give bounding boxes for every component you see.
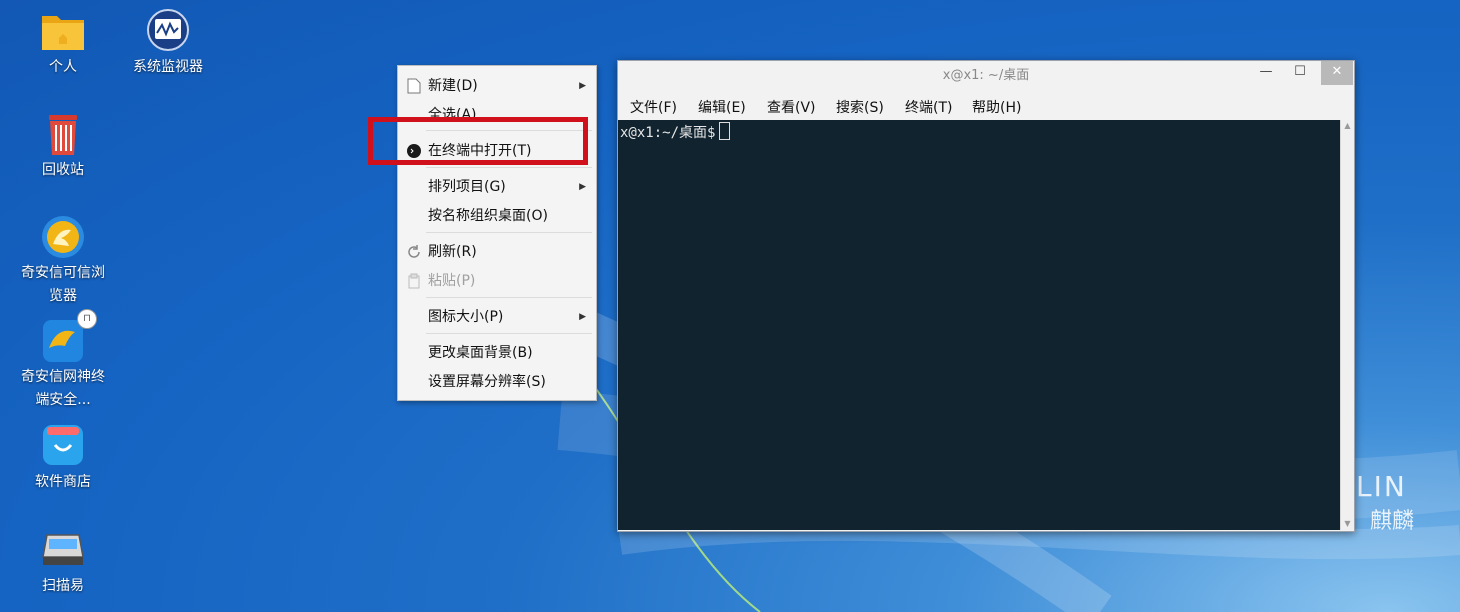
desktop-icon-label: 回收站 xyxy=(42,162,84,178)
window-title: x@x1: ~/桌面 xyxy=(942,68,1030,83)
menu-separator xyxy=(426,167,592,168)
menu-item-label: 图标大小(P) xyxy=(428,309,504,325)
browser-icon xyxy=(42,216,84,258)
menu-terminal[interactable]: 终端(T) xyxy=(905,97,952,117)
scanner-icon xyxy=(42,534,84,565)
terminal-screen[interactable]: x@x1:~/桌面$ xyxy=(618,120,1340,530)
desktop-icon-system-monitor[interactable]: 系统监视器 xyxy=(120,8,216,79)
highlight-annotation-box xyxy=(368,117,588,165)
minimize-button[interactable]: — xyxy=(1250,61,1282,85)
desktop-icon-label: 软件商店 xyxy=(35,474,91,490)
close-button[interactable]: ✕ xyxy=(1321,61,1353,85)
submenu-arrow-icon: ▶ xyxy=(579,312,586,322)
scroll-down-icon[interactable]: ▼ xyxy=(1341,518,1354,530)
menu-item-label: 排列项目(G) xyxy=(428,179,506,195)
trash-icon xyxy=(49,115,77,155)
brand-sub: 麒麟 xyxy=(1370,509,1415,534)
maximize-button[interactable]: ☐ xyxy=(1284,61,1316,85)
submenu-arrow-icon: ▶ xyxy=(579,182,586,192)
paste-icon xyxy=(408,273,420,289)
terminal-window[interactable]: x@x1: ~/桌面 — ☐ ✕ 文件(F) 编辑(E) 查看(V) 搜索(S)… xyxy=(617,60,1355,532)
file-icon xyxy=(407,78,421,94)
desktop-icon-browser[interactable]: 奇安信可信浏览器 xyxy=(15,214,111,308)
folder-icon xyxy=(42,16,84,50)
desktop-icon-label: 系统监视器 xyxy=(133,59,203,75)
submenu-arrow-icon: ▶ xyxy=(579,81,586,91)
desktop-icon-label: 个人 xyxy=(49,59,77,75)
menu-item-change-background[interactable]: 更改桌面背景(B) xyxy=(398,340,596,366)
menu-item-paste[interactable]: 粘贴(P) xyxy=(398,268,596,294)
prompt-text: x@x1:~/桌面$ xyxy=(620,125,716,141)
desktop-icon-home[interactable]: 个人 xyxy=(15,8,111,79)
system-monitor-icon xyxy=(147,9,189,51)
menu-search[interactable]: 搜索(S) xyxy=(836,97,884,117)
terminal-menubar: 文件(F) 编辑(E) 查看(V) 搜索(S) 终端(T) 帮助(H) xyxy=(618,91,1354,120)
desktop-icon-label: 奇安信网神终端安全... xyxy=(21,369,105,408)
menu-item-label: 刷新(R) xyxy=(428,244,477,260)
refresh-icon xyxy=(408,245,420,258)
desktop-icon-scanner[interactable]: 扫描易 xyxy=(15,527,111,598)
menu-item-label: 新建(D) xyxy=(428,78,478,94)
menu-separator xyxy=(426,297,592,298)
menu-item-screen-resolution[interactable]: 设置屏幕分辨率(S) xyxy=(398,369,596,395)
kylin-brand: LIN 麒麟 xyxy=(1356,470,1414,535)
store-icon xyxy=(43,425,83,465)
menu-item-new[interactable]: 新建(D) ▶ xyxy=(398,73,596,99)
menu-item-refresh[interactable]: 刷新(R) xyxy=(398,239,596,265)
desktop-icon-security[interactable]: ⊓ 奇安信网神终端安全... xyxy=(15,309,111,412)
desktop-context-menu: 新建(D) ▶ 全选(A) 在终端中打开(T) 排列项目(G) ▶ 按名称组织桌… xyxy=(397,65,597,401)
menu-separator xyxy=(426,232,592,233)
menu-item-arrange[interactable]: 排列项目(G) ▶ xyxy=(398,174,596,200)
desktop-icon-label: 奇安信可信浏览器 xyxy=(21,265,105,304)
menu-item-icon-size[interactable]: 图标大小(P) ▶ xyxy=(398,304,596,330)
menu-view[interactable]: 查看(V) xyxy=(767,97,816,117)
brand-text: LIN xyxy=(1356,470,1407,503)
menu-file[interactable]: 文件(F) xyxy=(630,97,677,117)
menu-item-label: 更改桌面背景(B) xyxy=(428,345,533,361)
menu-edit[interactable]: 编辑(E) xyxy=(698,97,746,117)
scroll-up-icon[interactable]: ▲ xyxy=(1341,120,1354,132)
desktop-icon-label: 扫描易 xyxy=(42,578,84,594)
text-cursor xyxy=(719,122,731,140)
menu-item-organize-by-name[interactable]: 按名称组织桌面(O) xyxy=(398,203,596,229)
menu-item-label: 设置屏幕分辨率(S) xyxy=(428,374,546,390)
menu-item-label: 按名称组织桌面(O) xyxy=(428,208,548,224)
menu-item-label: 粘贴(P) xyxy=(428,273,476,289)
menu-help[interactable]: 帮助(H) xyxy=(972,97,1021,117)
terminal-scrollbar[interactable]: ▲ ▼ xyxy=(1340,120,1354,530)
desktop-icon-software-store[interactable]: 软件商店 xyxy=(15,423,111,494)
lock-badge-icon: ⊓ xyxy=(77,309,97,329)
terminal-prompt-line: x@x1:~/桌面$ xyxy=(620,122,731,142)
terminal-titlebar[interactable]: x@x1: ~/桌面 — ☐ ✕ xyxy=(618,61,1354,91)
desktop-icon-trash[interactable]: 回收站 xyxy=(15,111,111,182)
menu-separator xyxy=(426,333,592,334)
